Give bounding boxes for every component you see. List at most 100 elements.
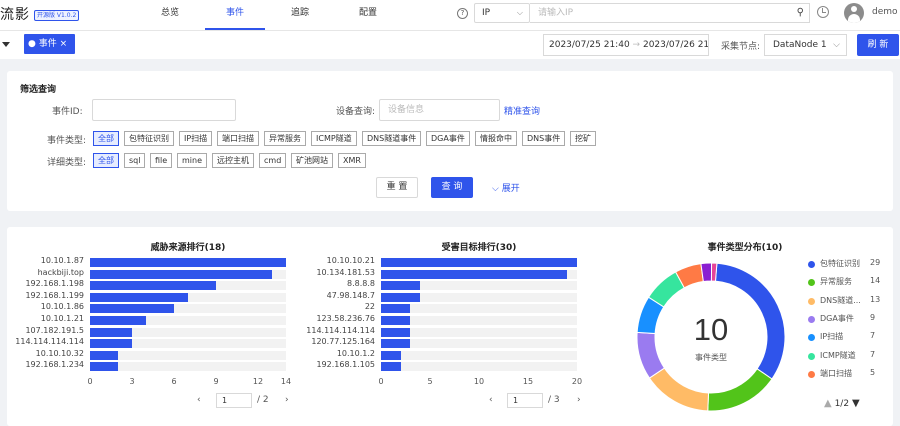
ip-search-input[interactable]: 请输入IP ⚲ [530,3,810,23]
query-button[interactable]: 查 询 [431,177,473,198]
y-tick-label: 8.8.8.8 [347,279,375,289]
detail-type-tag-1[interactable]: sql [124,153,146,168]
bar-track [381,350,577,360]
detail-type-tag-5[interactable]: cmd [259,153,287,168]
event-type-tag-5[interactable]: ICMP隧道 [311,131,357,146]
bar[interactable] [90,316,146,325]
chart2-prev-icon[interactable]: ‹ [489,395,493,405]
y-tick-label: 10.10.1.86 [40,302,84,312]
chart1-prev-icon[interactable]: ‹ [197,395,201,405]
triangle-up-icon[interactable]: ▲ [824,398,832,409]
y-tick-label: 10.10.10.32 [35,348,84,358]
tab-label: 事件 [38,39,57,49]
nav-events[interactable]: 事件 [205,0,265,30]
legend-swatch [808,261,815,268]
legend-swatch [808,315,815,323]
filter-panel: 筛选查询 事件ID: 设备查询: 设备信息 精准查询 事件类型: 全部 包特征识别… [7,71,893,211]
chart2-page-total: / 3 [548,395,560,405]
donut-slice[interactable] [710,262,718,282]
arrow-right-icon: → [632,40,641,50]
search-icon[interactable]: ⚲ [797,4,804,22]
y-tick-label: 47.98.148.7 [326,290,375,300]
expand-toggle[interactable]: ⌵ 展开 [492,181,520,194]
bar[interactable] [90,350,118,360]
close-icon[interactable]: × [60,39,68,49]
ip-search-placeholder: 请输入IP [538,8,574,18]
date-range-picker[interactable]: 2023/07/25 21:40 → 2023/07/26 21:40 [543,34,709,56]
device-input[interactable]: 设备信息 [379,99,500,121]
precise-query-link[interactable]: 精准查询 [504,104,540,117]
bar-track [381,362,577,372]
bar[interactable] [90,269,272,279]
bar[interactable] [90,327,132,337]
event-type-tag-2[interactable]: IP扫描 [179,131,213,146]
triangle-down-icon[interactable]: ▼ [852,398,860,409]
legend-swatch [808,352,815,360]
bar[interactable] [381,350,401,360]
chart1-page-input[interactable]: 1 [216,393,252,408]
y-tick-label: 114.114.114.114 [306,325,375,335]
bar[interactable] [381,281,421,291]
chart2-page-input[interactable]: 1 [507,393,543,408]
x-tick-label: 5 [427,377,433,386]
bar-track [381,316,577,325]
bar[interactable] [381,292,421,302]
bar[interactable] [381,339,411,349]
detail-type-tag-3[interactable]: mine [177,153,208,168]
bar[interactable] [381,304,411,314]
history-icon[interactable] [817,6,829,18]
bar[interactable] [90,281,216,291]
nav-tracking[interactable]: 追踪 [270,0,330,30]
bar[interactable] [381,327,411,337]
username[interactable]: demo [872,7,898,17]
detail-type-tag-4[interactable]: 远控主机 [212,153,254,168]
node-select[interactable]: DataNode 1 ⌵ [764,34,847,56]
event-id-input[interactable] [92,99,236,121]
event-type-tag-9[interactable]: DNS事件 [522,131,566,146]
bar[interactable] [381,258,577,267]
bar[interactable] [381,269,568,279]
date-end: 2023/07/26 21:40 [642,40,709,50]
app-logo[interactable]: 流影 [0,4,30,24]
detail-type-tag-6[interactable]: 矿池网站 [291,153,333,168]
tab-events[interactable]: ● 事件 × [24,34,75,54]
event-type-tag-10[interactable]: 挖矿 [570,131,596,146]
event-type-tag-4[interactable]: 异常服务 [264,131,306,146]
donut-center-value: 10 [693,312,729,347]
nav-overview[interactable]: 总览 [140,0,200,30]
detail-type-tag-2[interactable]: file [150,153,173,168]
chart2-next-icon[interactable]: › [577,395,581,405]
reset-button[interactable]: 重 置 [376,177,418,198]
caret-down-icon[interactable] [2,42,10,47]
donut-slice[interactable] [648,367,710,412]
donut-slice[interactable] [707,368,773,412]
event-type-tag-1[interactable]: 包特征识别 [124,131,174,146]
search-type-select[interactable]: IP ⌵ [474,3,530,23]
bar[interactable] [90,258,286,267]
chart1-next-icon[interactable]: › [285,395,289,405]
event-type-tag-3[interactable]: 端口扫描 [217,131,259,146]
event-type-tag-6[interactable]: DNS隧道事件 [362,131,422,146]
detail-type-tag-0[interactable]: 全部 [93,153,119,168]
bar[interactable] [90,304,174,314]
avatar[interactable] [844,3,864,23]
donut-slice[interactable] [700,262,713,283]
refresh-button[interactable]: 刷 新 [857,34,899,56]
legend-value: 13 [870,294,881,304]
event-type-tag-0[interactable]: 全部 [93,131,119,146]
bar[interactable] [90,292,188,302]
bar[interactable] [90,339,132,349]
event-type-tag-8[interactable]: 情报命中 [475,131,517,146]
bar[interactable] [381,316,411,325]
detail-type-tag-7[interactable]: XMR [338,153,366,168]
event-type-tag-7[interactable]: DGA事件 [426,131,470,146]
bar-track [381,339,577,349]
help-icon[interactable]: ? [457,8,468,19]
bar[interactable] [381,362,401,372]
y-tick-label: hackbiji.top [37,267,84,277]
nav-config[interactable]: 配置 [338,0,398,30]
y-tick-label: 114.114.114.114 [15,337,84,347]
y-tick-label: 120.77.125.164 [311,337,375,347]
bar[interactable] [90,362,118,372]
y-tick-label: 107.182.191.5 [25,325,84,335]
